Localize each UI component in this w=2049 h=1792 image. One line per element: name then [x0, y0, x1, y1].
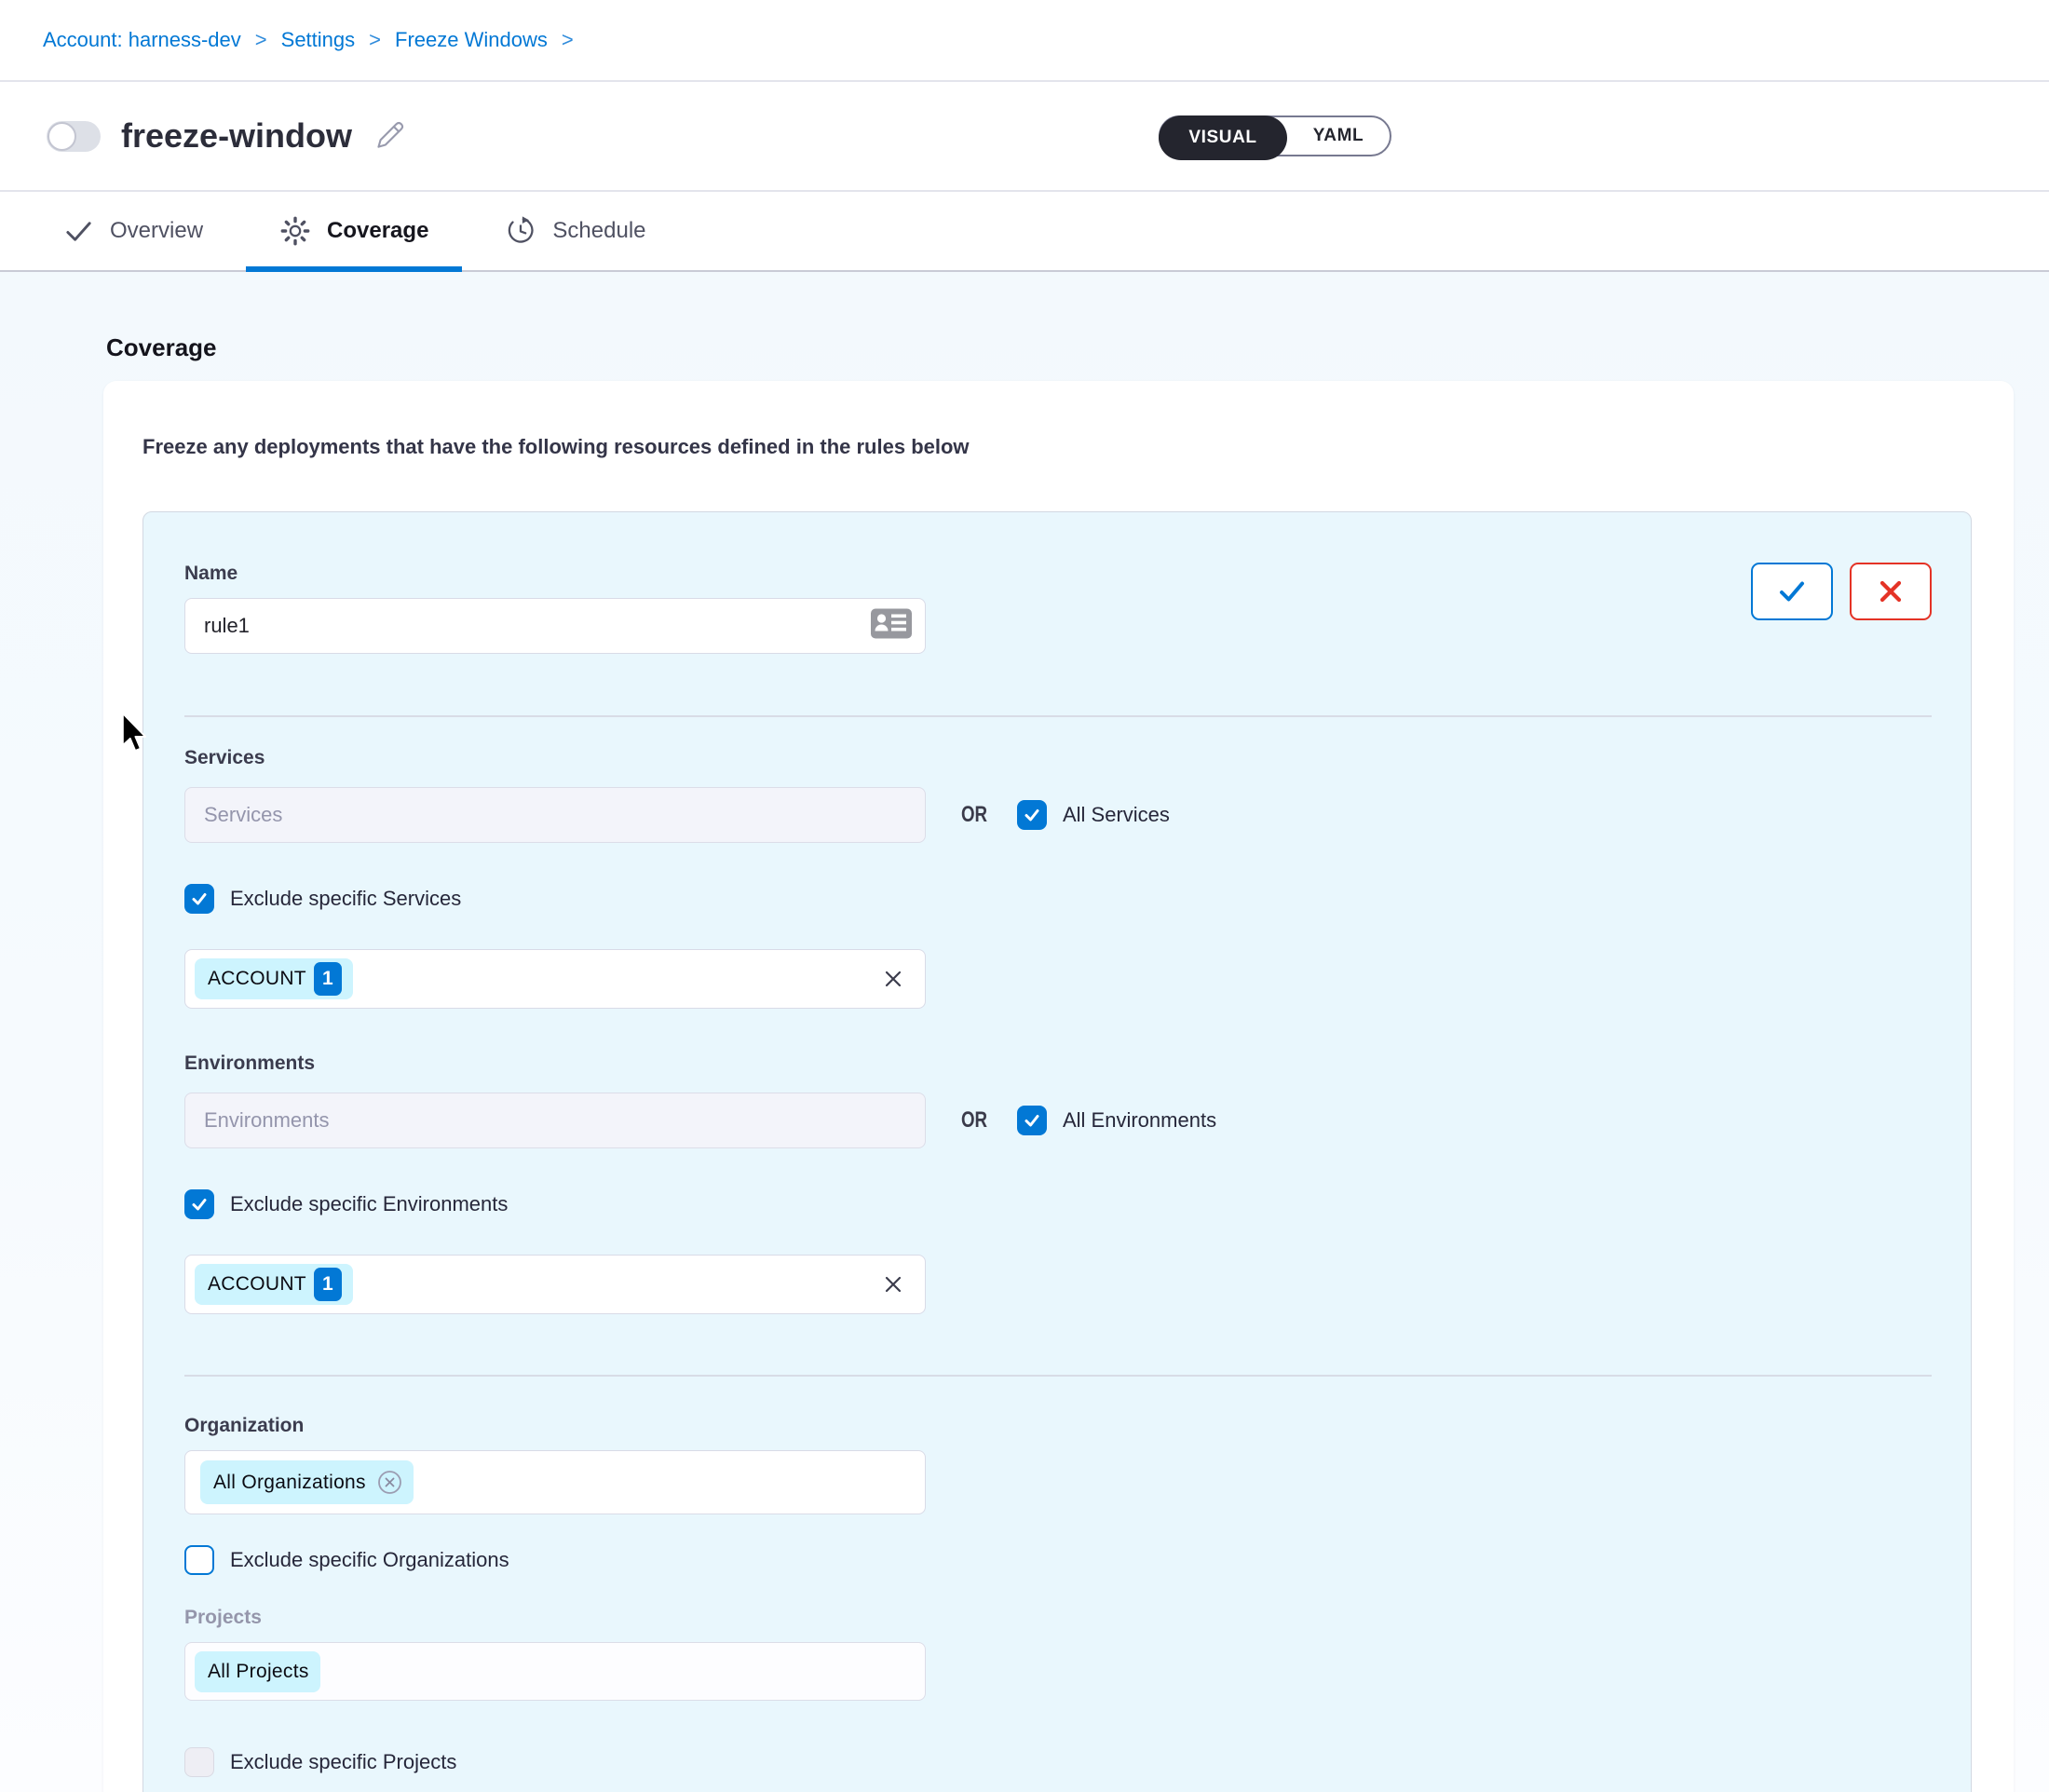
checkmark-icon	[190, 889, 209, 908]
or-label: OR	[961, 1107, 987, 1134]
coverage-description: Freeze any deployments that have the fol…	[142, 435, 2014, 459]
excluded-services-input[interactable]: ACCOUNT 1	[184, 949, 926, 1009]
organization-label: Organization	[184, 1415, 1932, 1437]
environments-label: Environments	[184, 1052, 1932, 1075]
rule-cancel-button[interactable]	[1850, 563, 1932, 620]
breadcrumb: Account: harness-dev > Settings > Freeze…	[0, 0, 2049, 82]
name-label: Name	[184, 563, 926, 585]
freeze-enable-toggle[interactable]	[47, 121, 101, 152]
all-environments-checkbox[interactable]	[1017, 1106, 1047, 1135]
rule-confirm-button[interactable]	[1751, 563, 1833, 620]
services-input	[184, 787, 926, 843]
all-environments-label: All Environments	[1063, 1108, 1216, 1133]
coverage-content: Coverage Freeze any deployments that hav…	[0, 272, 2049, 1792]
clear-icon[interactable]	[882, 1273, 904, 1296]
remove-tag-icon[interactable]	[377, 1470, 402, 1495]
tag-text: All Projects	[208, 1661, 309, 1683]
tabs-bar: Overview Coverage Schedule	[0, 192, 2049, 272]
exclude-projects-label: Exclude specific Projects	[230, 1750, 456, 1774]
tab-overview[interactable]: Overview	[63, 192, 203, 270]
clear-icon[interactable]	[882, 968, 904, 990]
tag-count-badge: 1	[314, 1268, 342, 1301]
excluded-services-tag[interactable]: ACCOUNT 1	[195, 958, 353, 999]
environments-input	[184, 1093, 926, 1148]
checkmark-icon	[1023, 806, 1041, 824]
tag-scope: ACCOUNT	[208, 1273, 306, 1296]
projects-input: All Projects	[184, 1642, 926, 1701]
tab-schedule[interactable]: Schedule	[505, 192, 645, 270]
checkmark-icon	[1023, 1111, 1041, 1130]
excluded-environments-tag[interactable]: ACCOUNT 1	[195, 1264, 353, 1305]
tab-label: Coverage	[327, 218, 428, 244]
section-title: Coverage	[106, 333, 2049, 362]
tab-label: Schedule	[552, 218, 645, 244]
projects-label: Projects	[184, 1607, 1932, 1629]
title-bar: freeze-window VISUAL YAML	[0, 82, 2049, 192]
exclude-projects-checkbox	[184, 1747, 214, 1777]
exclude-services-label: Exclude specific Services	[230, 887, 461, 911]
tab-label: Overview	[110, 218, 203, 244]
all-services-label: All Services	[1063, 803, 1170, 827]
checkmark-icon	[190, 1195, 209, 1214]
organization-input[interactable]: All Organizations	[184, 1450, 926, 1514]
exclude-environments-label: Exclude specific Environments	[230, 1192, 508, 1216]
schedule-clock-icon	[505, 215, 536, 247]
all-organizations-tag[interactable]: All Organizations	[200, 1460, 414, 1504]
rule-name-input[interactable]	[184, 598, 926, 654]
exclude-organizations-checkbox[interactable]	[184, 1545, 214, 1575]
breadcrumb-separator: >	[562, 28, 574, 52]
breadcrumb-separator: >	[255, 28, 267, 52]
visual-segment[interactable]: VISUAL	[1159, 115, 1287, 160]
freeze-rule-card: Name	[142, 511, 1972, 1792]
check-icon	[63, 216, 94, 247]
breadcrumb-link-settings[interactable]: Settings	[281, 28, 356, 52]
coverage-card: Freeze any deployments that have the fol…	[103, 381, 2014, 1792]
services-label: Services	[184, 747, 1932, 769]
divider	[184, 715, 1932, 717]
exclude-environments-checkbox[interactable]	[184, 1189, 214, 1219]
page-title: freeze-window	[121, 116, 352, 156]
breadcrumb-separator: >	[369, 28, 381, 52]
yaml-segment[interactable]: YAML	[1287, 117, 1390, 155]
tag-scope: ACCOUNT	[208, 968, 306, 990]
exclude-organizations-label: Exclude specific Organizations	[230, 1548, 509, 1572]
blue-check-icon	[1776, 576, 1808, 607]
divider	[184, 1375, 1932, 1377]
breadcrumb-link-account[interactable]: Account: harness-dev	[43, 28, 241, 52]
tag-count-badge: 1	[314, 962, 342, 996]
toggle-knob	[47, 122, 76, 151]
id-card-icon	[870, 604, 913, 648]
gear-icon	[279, 215, 311, 247]
tab-coverage[interactable]: Coverage	[246, 192, 462, 270]
excluded-environments-input[interactable]: ACCOUNT 1	[184, 1255, 926, 1314]
all-services-checkbox[interactable]	[1017, 800, 1047, 830]
tag-text: All Organizations	[213, 1472, 366, 1494]
edit-pencil-icon[interactable]	[371, 119, 404, 153]
red-x-icon	[1877, 577, 1905, 605]
all-projects-tag: All Projects	[195, 1651, 320, 1692]
or-label: OR	[961, 802, 987, 828]
visual-yaml-toggle: VISUAL YAML	[1159, 115, 1391, 156]
exclude-services-checkbox[interactable]	[184, 884, 214, 914]
breadcrumb-link-freeze-windows[interactable]: Freeze Windows	[395, 28, 548, 52]
